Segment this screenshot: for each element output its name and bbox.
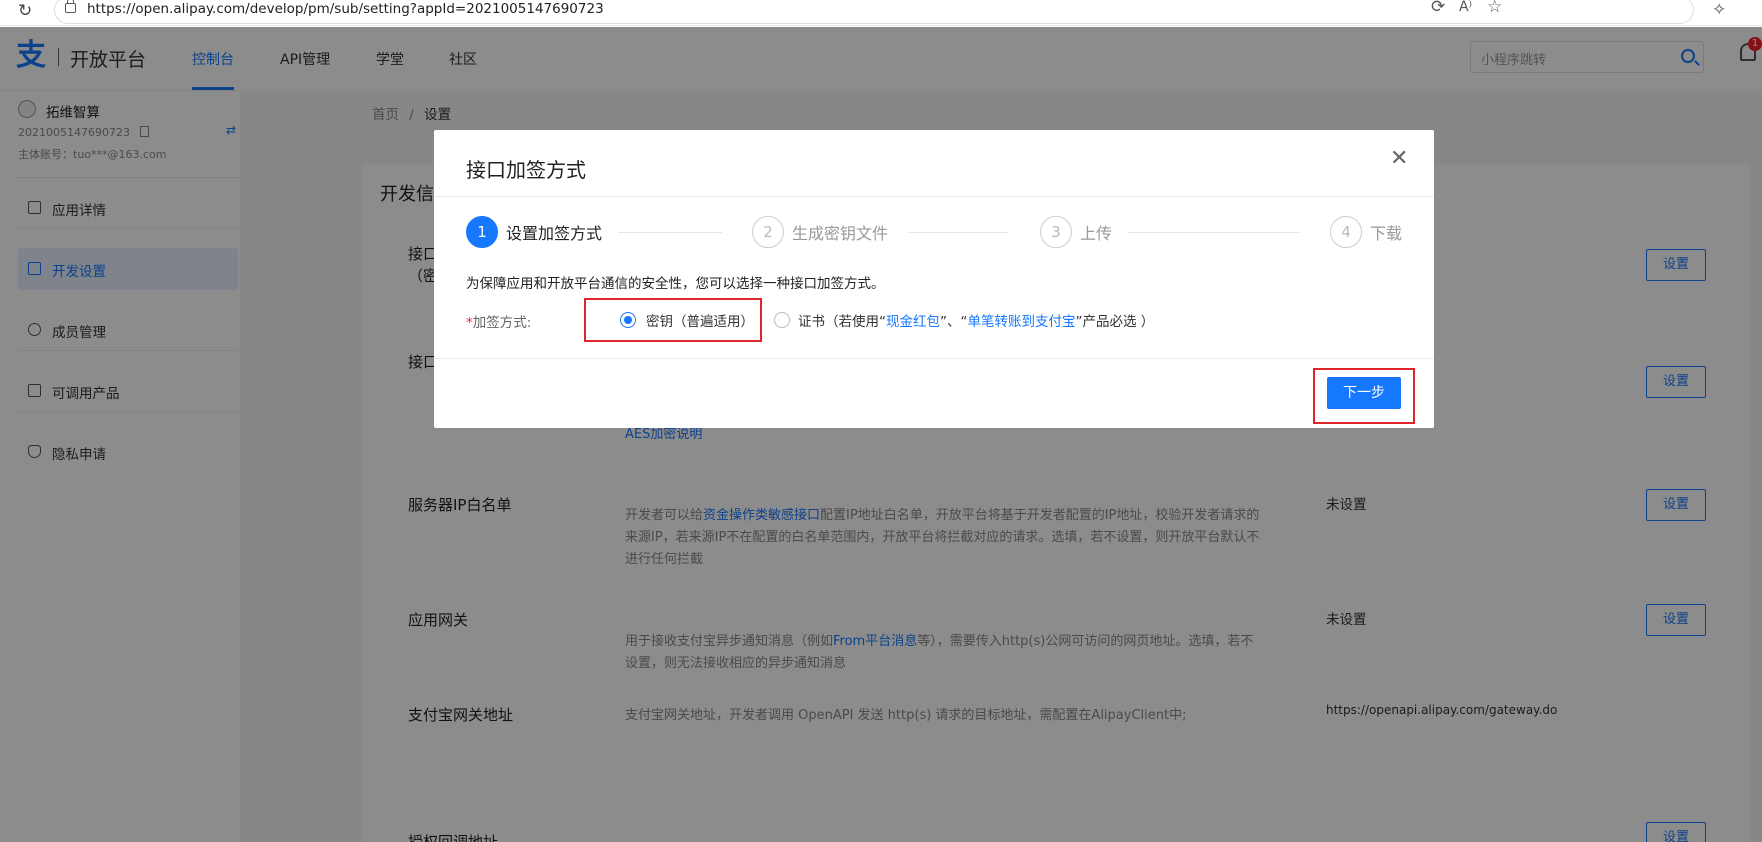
step-number: 3 [1040, 216, 1072, 248]
browser-toolbar: ↻ https://open.alipay.com/develop/pm/sub… [0, 0, 1762, 26]
translate-icon[interactable]: ⟳ [1431, 0, 1445, 17]
url-text[interactable]: https://open.alipay.com/develop/pm/sub/s… [87, 1, 604, 17]
step-number: 1 [466, 216, 498, 248]
single-transfer-link[interactable]: 单笔转账到支付宝 [968, 314, 1076, 330]
cash-redpacket-link[interactable]: 现金红包 [886, 314, 940, 330]
address-bar[interactable]: https://open.alipay.com/develop/pm/sub/s… [54, 0, 1694, 24]
step-connector [908, 232, 1008, 233]
modal-footer-divider [434, 358, 1434, 359]
extensions-icon[interactable]: ✧ [1712, 0, 1726, 20]
sign-method-modal: 接口加签方式 ✕ 1 设置加签方式 2 生成密钥文件 3 上传 4 下载 为保障… [434, 130, 1434, 428]
cert-text: 证书（若使用“ [798, 314, 886, 330]
step-connector [1128, 232, 1300, 233]
cert-text: ”产品必选 ） [1075, 314, 1155, 330]
step-number: 4 [1330, 216, 1362, 248]
step-label: 下载 [1370, 224, 1403, 243]
close-icon[interactable]: ✕ [1390, 146, 1408, 171]
step-label: 上传 [1080, 224, 1113, 243]
sign-method-label: *加签方式: [466, 311, 531, 331]
cert-text: ”、“ [940, 314, 968, 330]
radio-certificate-label[interactable]: 证书（若使用“现金红包”、“单笔转账到支付宝”产品必选 ） [798, 310, 1154, 330]
read-aloud-icon[interactable]: A⁾ [1459, 0, 1472, 15]
step-number: 2 [752, 216, 784, 248]
step-label: 设置加签方式 [506, 224, 603, 243]
modal-description: 为保障应用和开放平台通信的安全性，您可以选择一种接口加签方式。 [466, 276, 885, 292]
refresh-icon[interactable]: ↻ [18, 1, 32, 21]
step-connector [618, 232, 722, 233]
radio-certificate[interactable] [774, 312, 790, 328]
highlight-box-next [1313, 368, 1415, 424]
highlight-box-key [584, 298, 762, 342]
step-label: 生成密钥文件 [792, 224, 889, 243]
lock-icon [65, 0, 76, 13]
modal-title: 接口加签方式 [466, 158, 586, 182]
required-mark: * [466, 315, 473, 331]
field-label-text: 加签方式: [472, 315, 532, 331]
favorite-star-icon[interactable]: ☆ [1487, 0, 1502, 17]
modal-header-divider [434, 196, 1434, 197]
